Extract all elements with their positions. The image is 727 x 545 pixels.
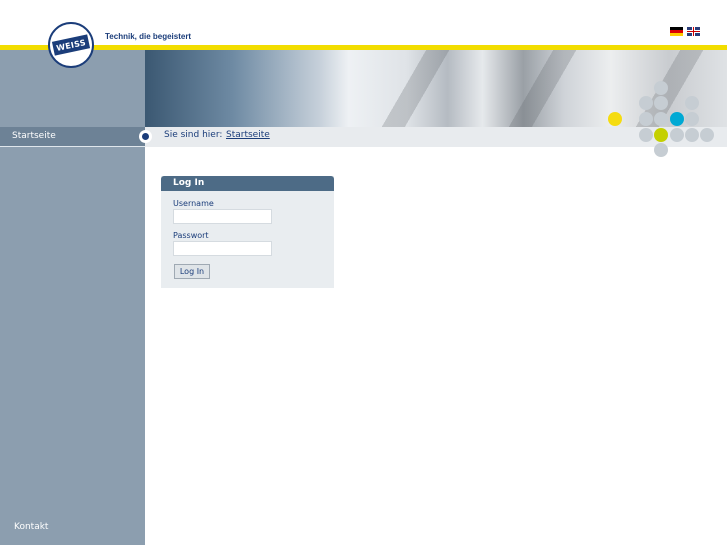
decor-dot (639, 112, 653, 126)
decor-dot (685, 112, 699, 126)
decor-dot (685, 96, 699, 110)
username-label: Username (173, 199, 214, 208)
decor-dot (639, 96, 653, 110)
breadcrumb-prefix: Sie sind hier: (164, 130, 223, 140)
logo-text: WEISS (55, 37, 87, 53)
active-nav-indicator-icon (139, 130, 152, 143)
decor-dot (654, 96, 668, 110)
decor-dot (700, 128, 714, 142)
login-button[interactable]: Log In (174, 264, 210, 279)
decor-dot-yellow (608, 112, 622, 126)
login-panel: Log In Username Passwort Log In (161, 176, 334, 288)
sidebar-item-startseite[interactable]: Startseite (0, 127, 145, 147)
tagline: Technik, die begeistert (105, 32, 192, 41)
username-input[interactable] (173, 209, 272, 224)
sidebar (0, 50, 145, 545)
decor-dot (654, 112, 668, 126)
de-flag-icon[interactable] (670, 27, 683, 36)
breadcrumb-link-startseite[interactable]: Startseite (226, 130, 270, 140)
kontakt-link[interactable]: Kontakt (14, 522, 48, 532)
login-panel-header: Log In (161, 176, 334, 191)
decor-dot-cyan (670, 112, 684, 126)
gb-flag-icon[interactable] (687, 27, 700, 36)
login-title: Log In (173, 178, 205, 188)
decor-dot (639, 128, 653, 142)
decor-dot (654, 143, 668, 157)
decor-dot (670, 128, 684, 142)
password-input[interactable] (173, 241, 272, 256)
decor-dot-lime (654, 128, 668, 142)
decor-dot (685, 128, 699, 142)
password-label: Passwort (173, 231, 209, 240)
weiss-logo[interactable]: WEISS (48, 22, 94, 68)
decor-dot (654, 81, 668, 95)
logo-badge: WEISS (51, 34, 91, 56)
sidebar-item-label: Startseite (12, 131, 56, 141)
